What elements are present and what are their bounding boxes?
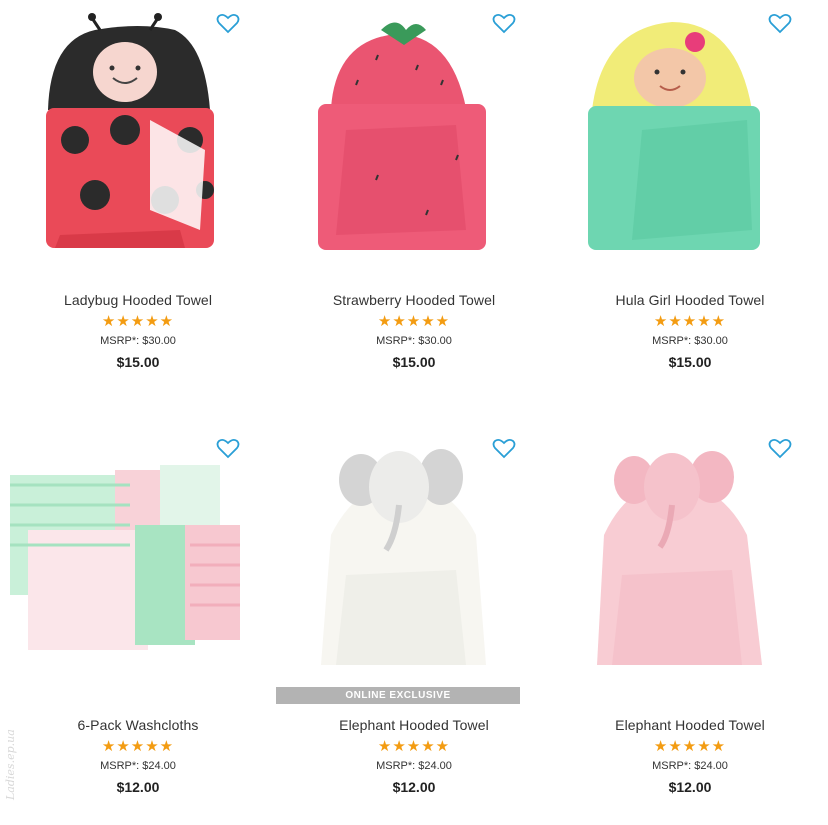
msrp-price: MSRP*: $30.00 xyxy=(100,335,176,347)
product-name[interactable]: Elephant Hooded Towel xyxy=(552,717,828,733)
favorite-heart-icon[interactable] xyxy=(216,437,240,459)
ladybug-towel-image[interactable] xyxy=(0,0,276,280)
sale-price: $15.00 xyxy=(392,354,436,370)
sale-price: $12.00 xyxy=(668,779,712,795)
sale-price: $15.00 xyxy=(116,354,160,370)
favorite-heart-icon[interactable] xyxy=(768,437,792,459)
product-name[interactable]: Ladybug Hooded Towel xyxy=(0,292,276,308)
sale-price: $12.00 xyxy=(392,779,436,795)
product-card[interactable]: Ladybug Hooded Towel ★★★★★ MSRP*: $30.00… xyxy=(0,0,276,400)
product-grid: Ladybug Hooded Towel ★★★★★ MSRP*: $30.00… xyxy=(0,0,828,803)
product-name[interactable]: Elephant Hooded Towel xyxy=(276,717,552,733)
sale-price: $12.00 xyxy=(116,779,160,795)
product-card[interactable]: 6-Pack Washcloths ★★★★★ MSRP*: $24.00 $1… xyxy=(0,425,276,825)
favorite-heart-icon[interactable] xyxy=(216,12,240,34)
product-name[interactable]: 6-Pack Washcloths xyxy=(0,717,276,733)
rating-stars: ★★★★★ xyxy=(653,738,727,755)
rating-stars: ★★★★★ xyxy=(653,313,727,330)
watermark: Ladies.ep.ua xyxy=(4,729,17,800)
rating-stars: ★★★★★ xyxy=(377,313,451,330)
product-card[interactable]: Elephant Hooded Towel ★★★★★ MSRP*: $24.0… xyxy=(552,425,828,825)
product-card[interactable]: Elephant Hooded Towel ★★★★★ MSRP*: $24.0… xyxy=(276,425,552,825)
msrp-price: MSRP*: $24.00 xyxy=(652,760,728,772)
rating-stars: ★★★★★ xyxy=(101,313,175,330)
msrp-price: MSRP*: $30.00 xyxy=(376,335,452,347)
product-card[interactable]: Strawberry Hooded Towel ★★★★★ MSRP*: $30… xyxy=(276,0,552,400)
msrp-price: MSRP*: $24.00 xyxy=(376,760,452,772)
rating-stars: ★★★★★ xyxy=(101,738,175,755)
sale-price: $15.00 xyxy=(668,354,712,370)
hula-girl-towel-image[interactable] xyxy=(552,0,828,280)
strawberry-towel-image[interactable] xyxy=(276,0,552,280)
msrp-price: MSRP*: $24.00 xyxy=(100,760,176,772)
online-exclusive-badge: ONLINE EXCLUSIVE xyxy=(276,687,520,704)
favorite-heart-icon[interactable] xyxy=(492,12,516,34)
product-name[interactable]: Strawberry Hooded Towel xyxy=(276,292,552,308)
pink-elephant-towel-image[interactable] xyxy=(552,425,828,705)
product-name[interactable]: Hula Girl Hooded Towel xyxy=(552,292,828,308)
rating-stars: ★★★★★ xyxy=(377,738,451,755)
washcloths-image[interactable] xyxy=(0,425,276,705)
white-elephant-towel-image[interactable] xyxy=(276,425,552,705)
msrp-price: MSRP*: $30.00 xyxy=(652,335,728,347)
favorite-heart-icon[interactable] xyxy=(492,437,516,459)
product-card[interactable]: Hula Girl Hooded Towel ★★★★★ MSRP*: $30.… xyxy=(552,0,828,400)
favorite-heart-icon[interactable] xyxy=(768,12,792,34)
